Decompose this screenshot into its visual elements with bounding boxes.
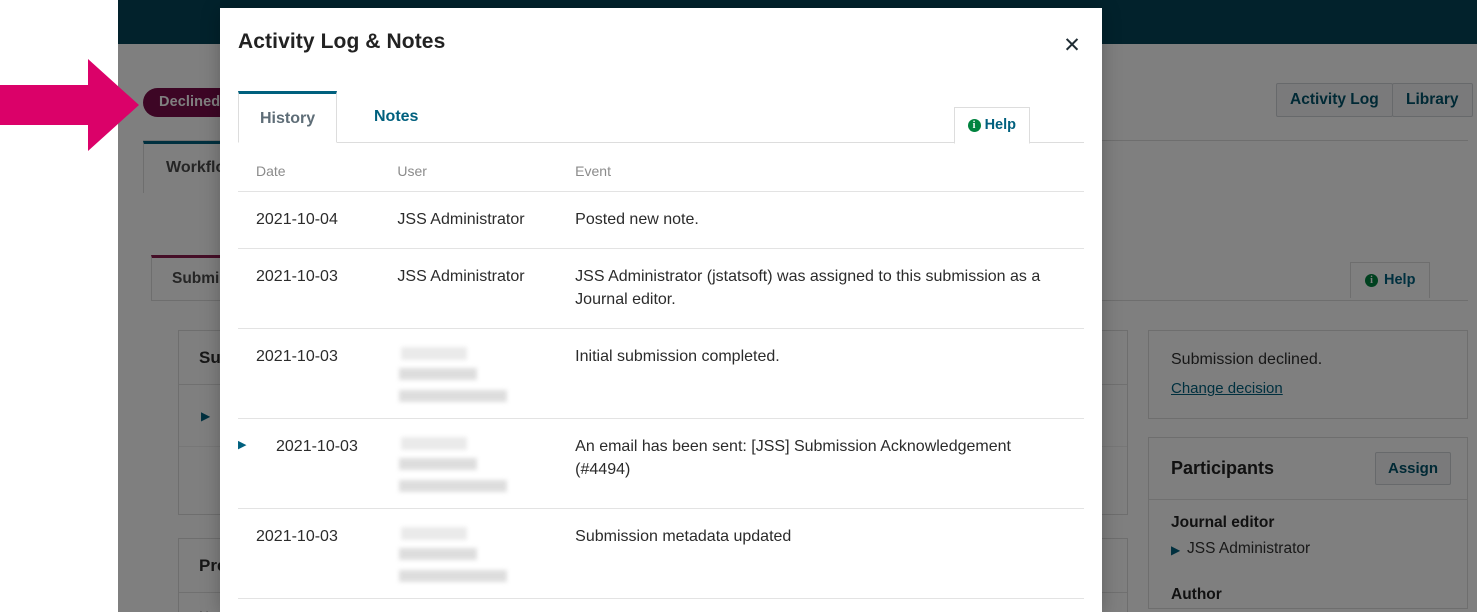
cell-user: JSS Administrator	[397, 248, 576, 329]
cell-date: 2021-10-03	[238, 248, 398, 329]
modal-tablist: History Notes i Help	[238, 91, 1084, 144]
info-icon: i	[967, 119, 981, 132]
cell-event: An email has been sent: [JSS] Submission…	[575, 418, 1084, 509]
cell-user	[397, 328, 576, 419]
table-row: 2021-10-03 Initial submission completed.	[238, 328, 1084, 419]
date-value: 2021-10-04	[256, 211, 338, 228]
cell-date: 2021-10-03	[238, 328, 398, 419]
column-header-user: User	[397, 149, 576, 192]
cell-event: Initial submission completed.	[575, 328, 1084, 419]
date-value: 2021-10-03	[276, 437, 358, 455]
modal-title: Activity Log & Notes	[238, 30, 446, 53]
tab-history[interactable]: History	[238, 91, 338, 143]
chevron-right-icon[interactable]: ▶	[238, 438, 252, 452]
table-row: 2021-10-03 Submission metadata updated	[238, 508, 1084, 599]
cell-user: JSS Administrator	[397, 191, 576, 249]
cell-event: Posted new note.	[575, 191, 1084, 249]
table-row: ▶ 2021-10-03 An email has been sent: [JSS]…	[238, 418, 1084, 509]
cell-user	[397, 508, 576, 599]
redacted-user-name	[397, 346, 523, 402]
redacted-user-name	[397, 436, 523, 492]
annotation-arrow	[0, 59, 139, 151]
close-icon[interactable]: ✕	[1054, 28, 1090, 64]
column-header-event: Event	[575, 149, 1084, 192]
cell-user	[397, 418, 576, 509]
cell-date: ▶ 2021-10-03	[238, 418, 398, 509]
cell-event: JSS Administrator (jstatsoft) was assign…	[575, 248, 1084, 329]
help-label: Help	[984, 117, 1016, 133]
date-value: 2021-10-03	[256, 527, 338, 545]
column-header-date: Date	[238, 149, 398, 192]
activity-log-modal: Activity Log & Notes ✕ History Notes i H…	[220, 8, 1102, 612]
help-button[interactable]: i Help	[953, 107, 1030, 144]
history-table: Date User Event 2021-10-04 JSS Administra…	[238, 149, 1084, 599]
redacted-user-name	[397, 526, 523, 582]
tab-notes[interactable]: Notes	[353, 91, 439, 143]
table-row: 2021-10-03 JSS Administrator JSS Administr…	[238, 248, 1084, 329]
cell-date: 2021-10-03	[238, 508, 398, 599]
table-row: 2021-10-04 JSS Administrator Posted new no…	[238, 191, 1084, 249]
history-table-scroll[interactable]: Date User Event 2021-10-04 JSS Administra…	[238, 149, 1084, 612]
table-header-row: Date User Event	[238, 149, 1084, 192]
history-table-body: 2021-10-04 JSS Administrator Posted new no…	[238, 191, 1084, 599]
cell-event: Submission metadata updated	[575, 508, 1084, 599]
screen: Declined Activity Log Library Workflow S…	[0, 0, 1477, 612]
date-value: 2021-10-03	[256, 267, 338, 285]
cell-date: 2021-10-04	[238, 191, 398, 249]
date-value: 2021-10-03	[256, 347, 338, 365]
